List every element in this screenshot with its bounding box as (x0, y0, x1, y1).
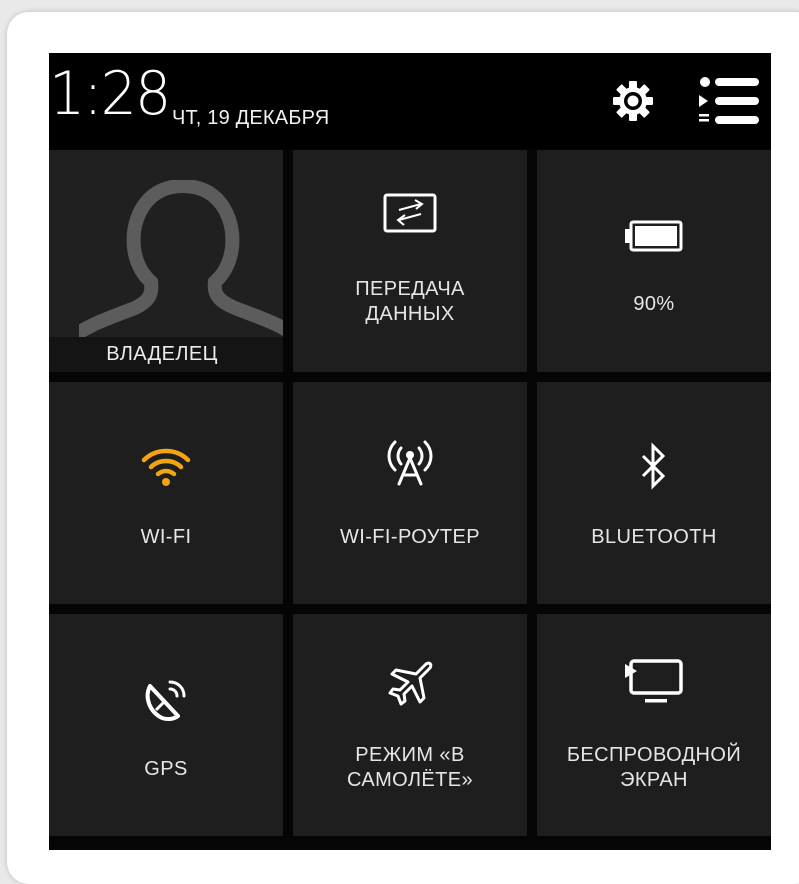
quick-settings-panel: 1:28 ЧТ, 19 ДЕКАБРЯ ВЛАДЕЛЕЦ ПЕРЕДАЧА ДА… (49, 53, 771, 850)
tile-hotspot[interactable]: WI-FI-РОУТЕР (293, 382, 527, 604)
tile-wifi[interactable]: WI-FI (49, 382, 283, 604)
tile-battery[interactable]: 90% (537, 150, 771, 372)
tile-gps[interactable]: GPS (49, 614, 283, 836)
tile-airplane-label: РЕЖИМ «В САМОЛЁТЕ» (346, 744, 474, 791)
wifi-icon (141, 448, 191, 486)
battery-icon (625, 220, 683, 252)
tile-wireless-display-label: БЕСПРОВОДНОЙ ЭКРАН (566, 744, 742, 791)
tile-data-transfer-label: ПЕРЕДАЧА ДАННЫХ (355, 278, 465, 325)
tile-owner[interactable]: ВЛАДЕЛЕЦ (49, 150, 283, 372)
tile-wifi-label: WI-FI (140, 526, 192, 548)
wireless-display-icon (625, 659, 683, 703)
tile-data-transfer[interactable]: ПЕРЕДАЧА ДАННЫХ (293, 150, 527, 372)
hotspot-tower-icon (387, 440, 433, 486)
data-transfer-icon (383, 193, 437, 233)
gear-icon[interactable] (611, 79, 655, 123)
tile-battery-label: 90% (633, 293, 675, 315)
tile-wireless-display[interactable]: БЕСПРОВОДНОЙ ЭКРАН (537, 614, 771, 836)
bluetooth-icon (641, 442, 666, 490)
list-menu-icon[interactable] (697, 76, 759, 126)
tile-bluetooth-label: BLUETOOTH (591, 526, 717, 548)
status-bar: 1:28 ЧТ, 19 ДЕКАБРЯ (49, 53, 771, 149)
clock-date: ЧТ, 19 ДЕКАБРЯ (172, 107, 330, 129)
tile-airplane[interactable]: РЕЖИМ «В САМОЛЁТЕ» (293, 614, 527, 836)
tile-hotspot-label: WI-FI-РОУТЕР (340, 526, 480, 548)
airplane-icon (388, 661, 433, 706)
tile-bluetooth[interactable]: BLUETOOTH (537, 382, 771, 604)
gps-satellite-icon (145, 680, 186, 722)
clock-time: 1:28 (49, 59, 171, 129)
tile-gps-label: GPS (144, 758, 188, 780)
owner-label: ВЛАДЕЛЕЦ (106, 343, 218, 365)
